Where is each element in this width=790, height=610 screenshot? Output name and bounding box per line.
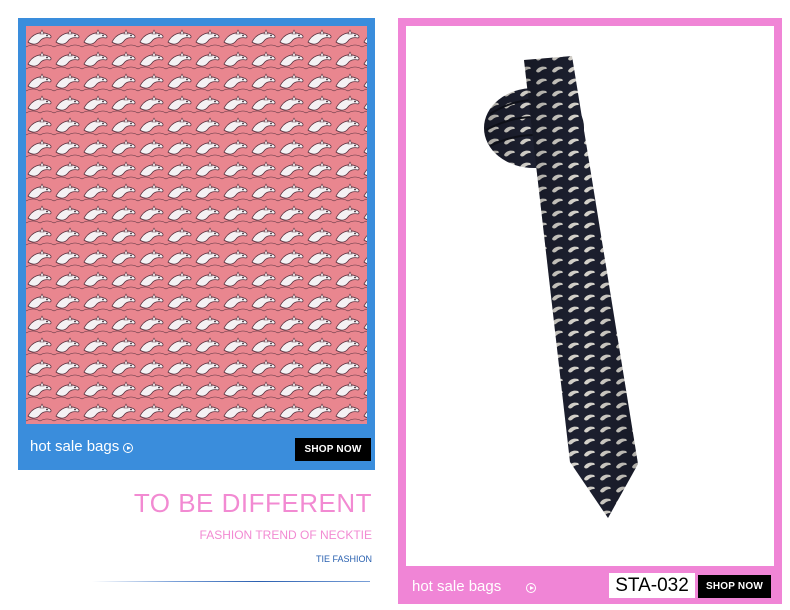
right-card-label: hot sale bags <box>412 578 502 595</box>
promo-subhead: FASHION TREND OF NECKTIE <box>199 528 372 542</box>
left-card-label: hot sale bags <box>30 438 120 455</box>
right-product-card[interactable]: hot sale bags SHOP NOW <box>398 18 782 604</box>
right-shop-now-button[interactable]: SHOP NOW <box>698 575 771 598</box>
divider <box>92 581 370 582</box>
left-shop-now-button[interactable]: SHOP NOW <box>295 438 371 461</box>
promo-headline: TO BE DIFFERENT <box>133 488 372 518</box>
pink-dolphin-fabric-image <box>26 26 367 424</box>
circle-arrow-right-icon[interactable] <box>526 583 536 593</box>
left-product-card[interactable]: hot sale bags SHOP NOW <box>18 18 375 470</box>
promo-tagline[interactable]: TIE FASHION <box>316 554 372 564</box>
product-sku-label: STA-032 <box>609 573 695 598</box>
navy-dolphin-necktie-image <box>406 26 774 566</box>
circle-arrow-right-icon[interactable] <box>123 443 133 453</box>
